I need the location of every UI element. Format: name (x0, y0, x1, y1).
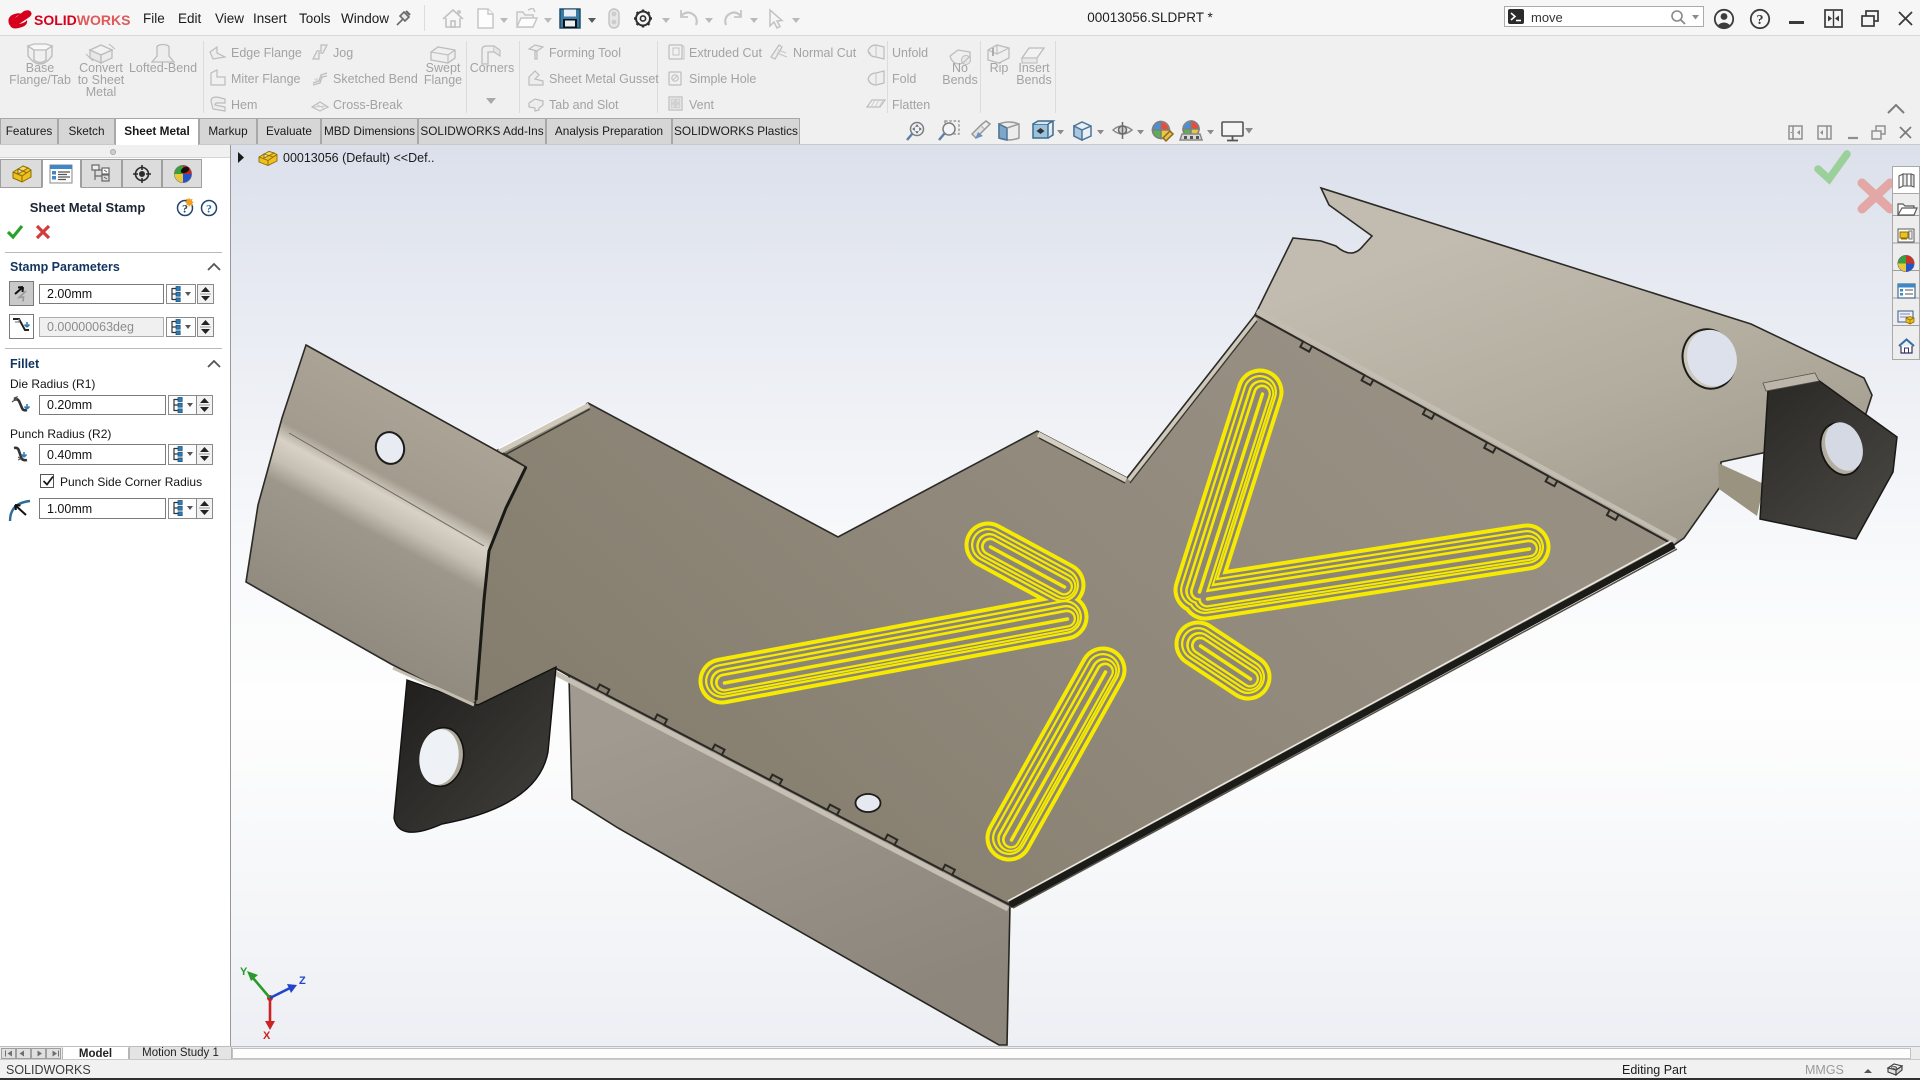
svg-text:X: X (263, 1030, 271, 1042)
svg-text:SOLIDWORKS: SOLIDWORKS (34, 12, 130, 28)
svg-text:Y: Y (240, 966, 248, 978)
svg-text:Z: Z (299, 975, 306, 987)
svg-text:00013056 (Default) <<Def...: 00013056 (Default) <<Def... (283, 151, 435, 165)
svg-text:?: ? (1757, 13, 1764, 28)
svg-text:?: ? (206, 202, 212, 216)
